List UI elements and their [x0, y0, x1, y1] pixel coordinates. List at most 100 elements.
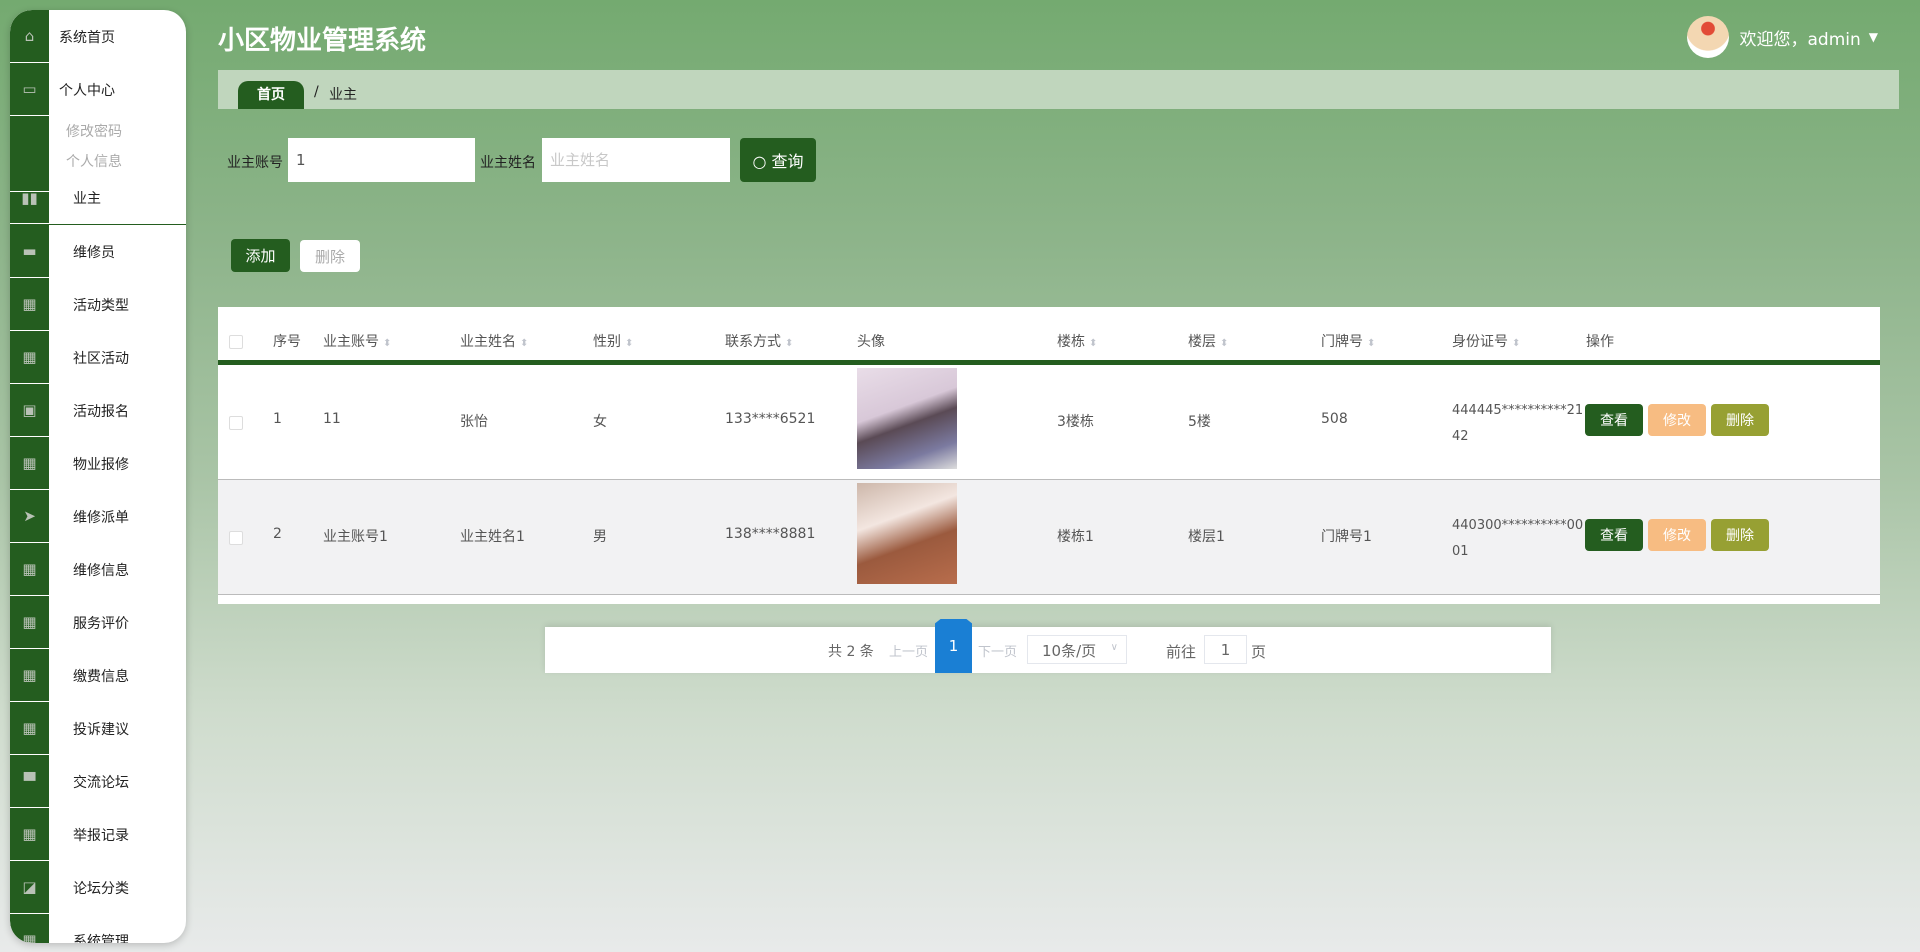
column-header[interactable]: 楼栋 ⬍ [1057, 331, 1097, 351]
search-icon: ○ [752, 152, 767, 171]
sidebar: ⌂ 系统首页 ▭ 个人中心修改密码个人信息 ▮▮ 业主 ▬ 维修员 ▦ 活动类型 ▦ 社区活动 ▣ 活动报… [10, 10, 186, 943]
cell-no: 1 [273, 411, 282, 427]
avatar-photo[interactable] [857, 368, 957, 469]
prev-page[interactable]: 上一页 [889, 641, 928, 660]
user-menu[interactable]: 欢迎您，admin ▼ [1687, 16, 1878, 58]
column-header-label: 序号 [273, 334, 301, 350]
grid-icon: ▦ [10, 278, 49, 331]
grid-icon: ▦ [10, 596, 49, 649]
sidebar-item[interactable]: ▦ 缴费信息 [10, 649, 186, 702]
sidebar-item-label: 系统管理 [73, 933, 129, 944]
book-icon: ▮▮ [10, 172, 49, 224]
name-input[interactable] [542, 138, 730, 182]
sidebar-item[interactable]: ▬ 维修员 [10, 225, 186, 278]
sort-icon[interactable]: ⬍ [625, 338, 633, 349]
next-page[interactable]: 下一页 [978, 641, 1017, 660]
column-header[interactable]: 楼层 ⬍ [1188, 331, 1228, 351]
id-line: 42 [1452, 429, 1469, 444]
page-1[interactable]: 1 [935, 619, 972, 673]
row-checkbox[interactable] [229, 416, 243, 430]
sidebar-item-top-1[interactable]: ▭ 个人中心 [10, 63, 186, 116]
sidebar-item[interactable]: ➤ 维修派单 [10, 490, 186, 543]
id-line: 440300**********00 [1452, 518, 1584, 533]
sidebar-item[interactable]: ◪ 论坛分类 [10, 861, 186, 914]
sidebar-item[interactable]: ▦ 维修信息 [10, 543, 186, 596]
grid-icon: ▦ [10, 649, 49, 702]
cell-building: 楼栋1 [1057, 529, 1094, 545]
sidebar-item-label: 活动报名 [73, 403, 129, 420]
sidebar-item-label: 系统首页 [59, 29, 115, 46]
sidebar-item[interactable]: ▦ 系统管理 [10, 914, 186, 943]
column-header[interactable]: 联系方式 ⬍ [725, 331, 793, 351]
page-size-value: 10条/页 [1042, 642, 1097, 660]
sort-icon[interactable]: ⬍ [1367, 338, 1375, 349]
chart-icon: ◪ [10, 861, 49, 914]
briefcase-icon: ▬ [10, 225, 49, 278]
sidebar-item[interactable]: ▀ 交流论坛 [10, 755, 186, 808]
column-header-label: 业主账号 [323, 334, 379, 350]
delete-button[interactable]: 删除 [1711, 519, 1769, 551]
sort-icon[interactable]: ⬍ [520, 338, 528, 349]
avatar-photo[interactable] [857, 483, 957, 584]
column-header-label: 业主姓名 [460, 334, 516, 350]
row-checkbox[interactable] [229, 531, 243, 545]
name-label: 业主姓名 [480, 155, 536, 171]
delete-button[interactable]: 删除 [1711, 404, 1769, 436]
cell-id: 444445**********21 42 [1452, 398, 1583, 450]
page-unit: 页 [1251, 643, 1267, 661]
grid-icon: ▦ [10, 543, 49, 596]
sidebar-item[interactable]: ▦ 举报记录 [10, 808, 186, 861]
sidebar-item-top-0[interactable]: ⌂ 系统首页 [10, 10, 186, 63]
sidebar-item-label: 个人中心 [59, 82, 115, 99]
cell-door: 508 [1321, 411, 1348, 427]
page-size-select[interactable]: 10条/页 ∨ [1027, 635, 1127, 664]
sidebar-subitem[interactable]: 个人信息 [66, 151, 122, 171]
column-header[interactable]: 身份证号 ⬍ [1452, 331, 1520, 351]
account-input[interactable] [288, 138, 475, 182]
view-button[interactable]: 查看 [1585, 404, 1643, 436]
batch-delete-button[interactable]: 删除 [300, 240, 360, 272]
sort-icon[interactable]: ⬍ [383, 338, 391, 349]
view-button[interactable]: 查看 [1585, 519, 1643, 551]
breadcrumb-home[interactable]: 首页 [238, 81, 304, 109]
sidebar-item[interactable]: ▦ 服务评价 [10, 596, 186, 649]
sort-icon[interactable]: ⬍ [785, 338, 793, 349]
apps-icon: ▦ [10, 331, 49, 384]
add-button[interactable]: 添加 [231, 239, 290, 272]
query-button[interactable]: ○ 查询 [740, 138, 816, 182]
id-line: 01 [1452, 544, 1469, 559]
cell-account: 11 [323, 411, 341, 427]
edit-button[interactable]: 修改 [1648, 404, 1706, 436]
sidebar-item-label: 论坛分类 [73, 880, 129, 897]
sidebar-subitem[interactable]: 修改密码 [66, 121, 122, 141]
column-header[interactable]: 门牌号 ⬍ [1321, 331, 1375, 351]
sidebar-item[interactable]: ▮▮ 业主 [10, 172, 186, 225]
cell-gender: 女 [593, 414, 607, 430]
table-row: 1 11 张怡 女 133****6521 3楼栋 5楼 508 444445*… [218, 365, 1880, 480]
sidebar-item[interactable]: ▦ 物业报修 [10, 437, 186, 490]
sidebar-item[interactable]: ▦ 投诉建议 [10, 702, 186, 755]
grid-icon: ▦ [10, 914, 49, 943]
sidebar-item[interactable]: ▦ 活动类型 [10, 278, 186, 331]
id-line: 444445**********21 [1452, 403, 1584, 418]
select-all-checkbox[interactable] [229, 335, 243, 349]
edit-button[interactable]: 修改 [1648, 519, 1706, 551]
column-header[interactable]: 业主姓名 ⬍ [460, 331, 528, 351]
sidebar-item[interactable]: ▦ 社区活动 [10, 331, 186, 384]
column-header: 序号 [273, 331, 301, 351]
cell-account: 业主账号1 [323, 529, 388, 545]
sort-icon[interactable]: ⬍ [1220, 338, 1228, 349]
cell-name: 业主姓名1 [460, 529, 525, 545]
column-header[interactable]: 业主账号 ⬍ [323, 331, 391, 351]
welcome-text: 欢迎您，admin [1739, 29, 1861, 50]
cell-floor: 楼层1 [1188, 529, 1225, 545]
goto-input[interactable] [1204, 635, 1247, 664]
breadcrumb-current: 业主 [329, 87, 357, 103]
cell-no: 2 [273, 526, 282, 542]
pagination: 共 2 条 上一页 1 下一页 10条/页 ∨ 前往 页 [545, 619, 1551, 673]
column-header[interactable]: 性别 ⬍ [593, 331, 633, 351]
sort-icon[interactable]: ⬍ [1512, 338, 1520, 349]
cell-floor: 5楼 [1188, 414, 1211, 430]
sort-icon[interactable]: ⬍ [1089, 338, 1097, 349]
sidebar-item[interactable]: ▣ 活动报名 [10, 384, 186, 437]
